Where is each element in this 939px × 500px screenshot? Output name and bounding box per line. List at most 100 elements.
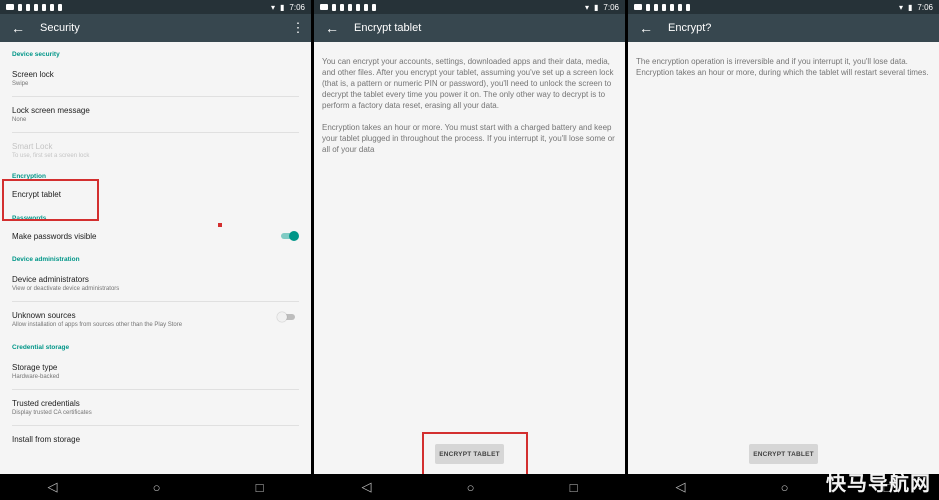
arrow-back-icon[interactable]: ←	[314, 20, 350, 36]
encrypt-tablet-confirm-button[interactable]: ENCRYPT TABLET	[749, 444, 818, 464]
status-time: 7:06	[289, 2, 305, 12]
setting-subtitle: To use, first set a screen lock	[12, 153, 90, 159]
encrypt-tablet-screen: ▾ ▮ 7:06 ← Encrypt tablet You can encryp…	[314, 0, 625, 500]
status-bar: ▾ ▮ 7:06	[0, 0, 311, 14]
settings-list: Device security Screen lock Swipe Lock s…	[0, 42, 311, 474]
encrypt-description: You can encrypt your accounts, settings,…	[322, 56, 617, 155]
setting-screen-lock[interactable]: Screen lock Swipe	[12, 68, 299, 89]
notification-icon	[18, 3, 22, 11]
section-header-device-administration: Device administration	[12, 256, 80, 263]
arrow-back-icon[interactable]: ←	[0, 20, 36, 36]
triangle-back-icon[interactable]: ◁	[48, 479, 58, 495]
setting-title: Smart Lock	[12, 142, 53, 151]
setting-subtitle: Hardware-backed	[12, 374, 60, 380]
status-bar: ▾ ▮ 7:06	[628, 0, 939, 14]
watermark-text: 快马导航网	[826, 471, 931, 495]
square-recent-icon[interactable]: □	[570, 480, 578, 495]
setting-title: Make passwords visible	[12, 232, 97, 241]
system-nav-bar: ◁ ○ □	[0, 474, 311, 500]
divider	[12, 389, 299, 390]
setting-device-administrators[interactable]: Device administrators View or deactivate…	[12, 273, 299, 294]
app-toolbar: ← Encrypt tablet	[314, 14, 625, 42]
page-title: Encrypt?	[668, 22, 712, 34]
notification-icon	[26, 3, 30, 11]
notification-icon	[678, 3, 682, 11]
setting-subtitle: None	[12, 117, 27, 123]
highlight-box-encrypt-button	[422, 432, 528, 476]
notification-icon	[670, 3, 674, 11]
divider	[12, 132, 299, 133]
notification-icon	[42, 3, 46, 11]
system-nav-bar: ◁ ○ □	[314, 474, 625, 500]
status-time: 7:06	[917, 2, 933, 12]
setting-subtitle: Allow installation of apps from sources …	[12, 322, 183, 328]
setting-lock-screen-message[interactable]: Lock screen message None	[12, 104, 299, 125]
notification-icon	[364, 3, 368, 11]
notification-icon	[348, 3, 352, 11]
notification-icon	[646, 3, 650, 11]
security-settings-screen: ▾ ▮ 7:06 ← Security ⋮ Device security Sc…	[0, 0, 311, 500]
section-header-credential-storage: Credential storage	[12, 344, 70, 351]
wifi-icon: ▾	[271, 2, 276, 12]
switch-knob	[289, 231, 299, 241]
passwords-visible-switch[interactable]	[281, 231, 299, 241]
screenshot-stage: ▾ ▮ 7:06 ← Security ⋮ Device security Sc…	[0, 0, 939, 500]
more-vert-icon[interactable]: ⋮	[285, 20, 311, 36]
divider	[12, 425, 299, 426]
arrow-back-icon[interactable]: ←	[628, 20, 664, 36]
section-header-device-security: Device security	[12, 51, 60, 58]
notification-icon	[50, 3, 54, 11]
encrypt-confirm-screen: ▾ ▮ 7:06 ← Encrypt? The encryption opera…	[628, 0, 939, 500]
battery-icon: ▮	[594, 2, 599, 12]
red-marker	[218, 223, 222, 227]
circle-home-icon[interactable]: ○	[781, 480, 789, 495]
setting-make-passwords-visible[interactable]: Make passwords visible	[12, 230, 299, 243]
battery-icon: ▮	[908, 2, 913, 12]
status-bar: ▾ ▮ 7:06	[314, 0, 625, 14]
page-title: Security	[40, 22, 80, 34]
description-paragraph: You can encrypt your accounts, settings,…	[322, 57, 614, 110]
wifi-icon: ▾	[585, 2, 590, 12]
setting-install-from-storage[interactable]: Install from storage	[12, 433, 299, 446]
square-recent-icon[interactable]: □	[256, 480, 264, 495]
encrypt-warning: The encryption operation is irreversible…	[636, 56, 931, 78]
setting-storage-type[interactable]: Storage type Hardware-backed	[12, 361, 299, 382]
notification-icon	[6, 4, 14, 10]
app-toolbar: ← Security ⋮	[0, 14, 311, 42]
battery-icon: ▮	[280, 2, 285, 12]
setting-title: Screen lock	[12, 70, 54, 79]
notification-icon	[332, 3, 336, 11]
notification-icon	[372, 3, 376, 11]
circle-home-icon[interactable]: ○	[467, 480, 475, 495]
notification-icon	[58, 3, 62, 11]
setting-title: Trusted credentials	[12, 399, 80, 408]
notification-icon	[34, 3, 38, 11]
setting-title: Device administrators	[12, 275, 89, 284]
setting-subtitle: View or deactivate device administrators	[12, 286, 120, 292]
notification-icon	[320, 4, 328, 10]
page-title: Encrypt tablet	[354, 22, 422, 34]
notification-icon	[654, 3, 658, 11]
setting-subtitle: Display trusted CA certificates	[12, 410, 92, 416]
divider	[12, 301, 299, 302]
warning-paragraph: The encryption operation is irreversible…	[636, 57, 929, 77]
status-time: 7:06	[603, 2, 619, 12]
setting-title: Storage type	[12, 363, 58, 372]
notification-icon	[662, 3, 666, 11]
setting-smart-lock: Smart Lock To use, first set a screen lo…	[12, 140, 299, 161]
triangle-back-icon[interactable]: ◁	[676, 479, 686, 495]
triangle-back-icon[interactable]: ◁	[362, 479, 372, 495]
setting-unknown-sources[interactable]: Unknown sources Allow installation of ap…	[12, 309, 299, 330]
setting-trusted-credentials[interactable]: Trusted credentials Display trusted CA c…	[12, 397, 299, 418]
circle-home-icon[interactable]: ○	[153, 480, 161, 495]
highlight-box-encrypt-tablet	[2, 179, 99, 221]
setting-title: Install from storage	[12, 435, 81, 444]
switch-knob	[277, 312, 287, 322]
divider	[12, 96, 299, 97]
description-paragraph: Encryption takes an hour or more. You mu…	[322, 123, 615, 154]
notification-icon	[356, 3, 360, 11]
wifi-icon: ▾	[899, 2, 904, 12]
setting-title: Unknown sources	[12, 311, 76, 320]
unknown-sources-switch[interactable]	[277, 312, 295, 322]
setting-subtitle: Swipe	[12, 81, 29, 87]
